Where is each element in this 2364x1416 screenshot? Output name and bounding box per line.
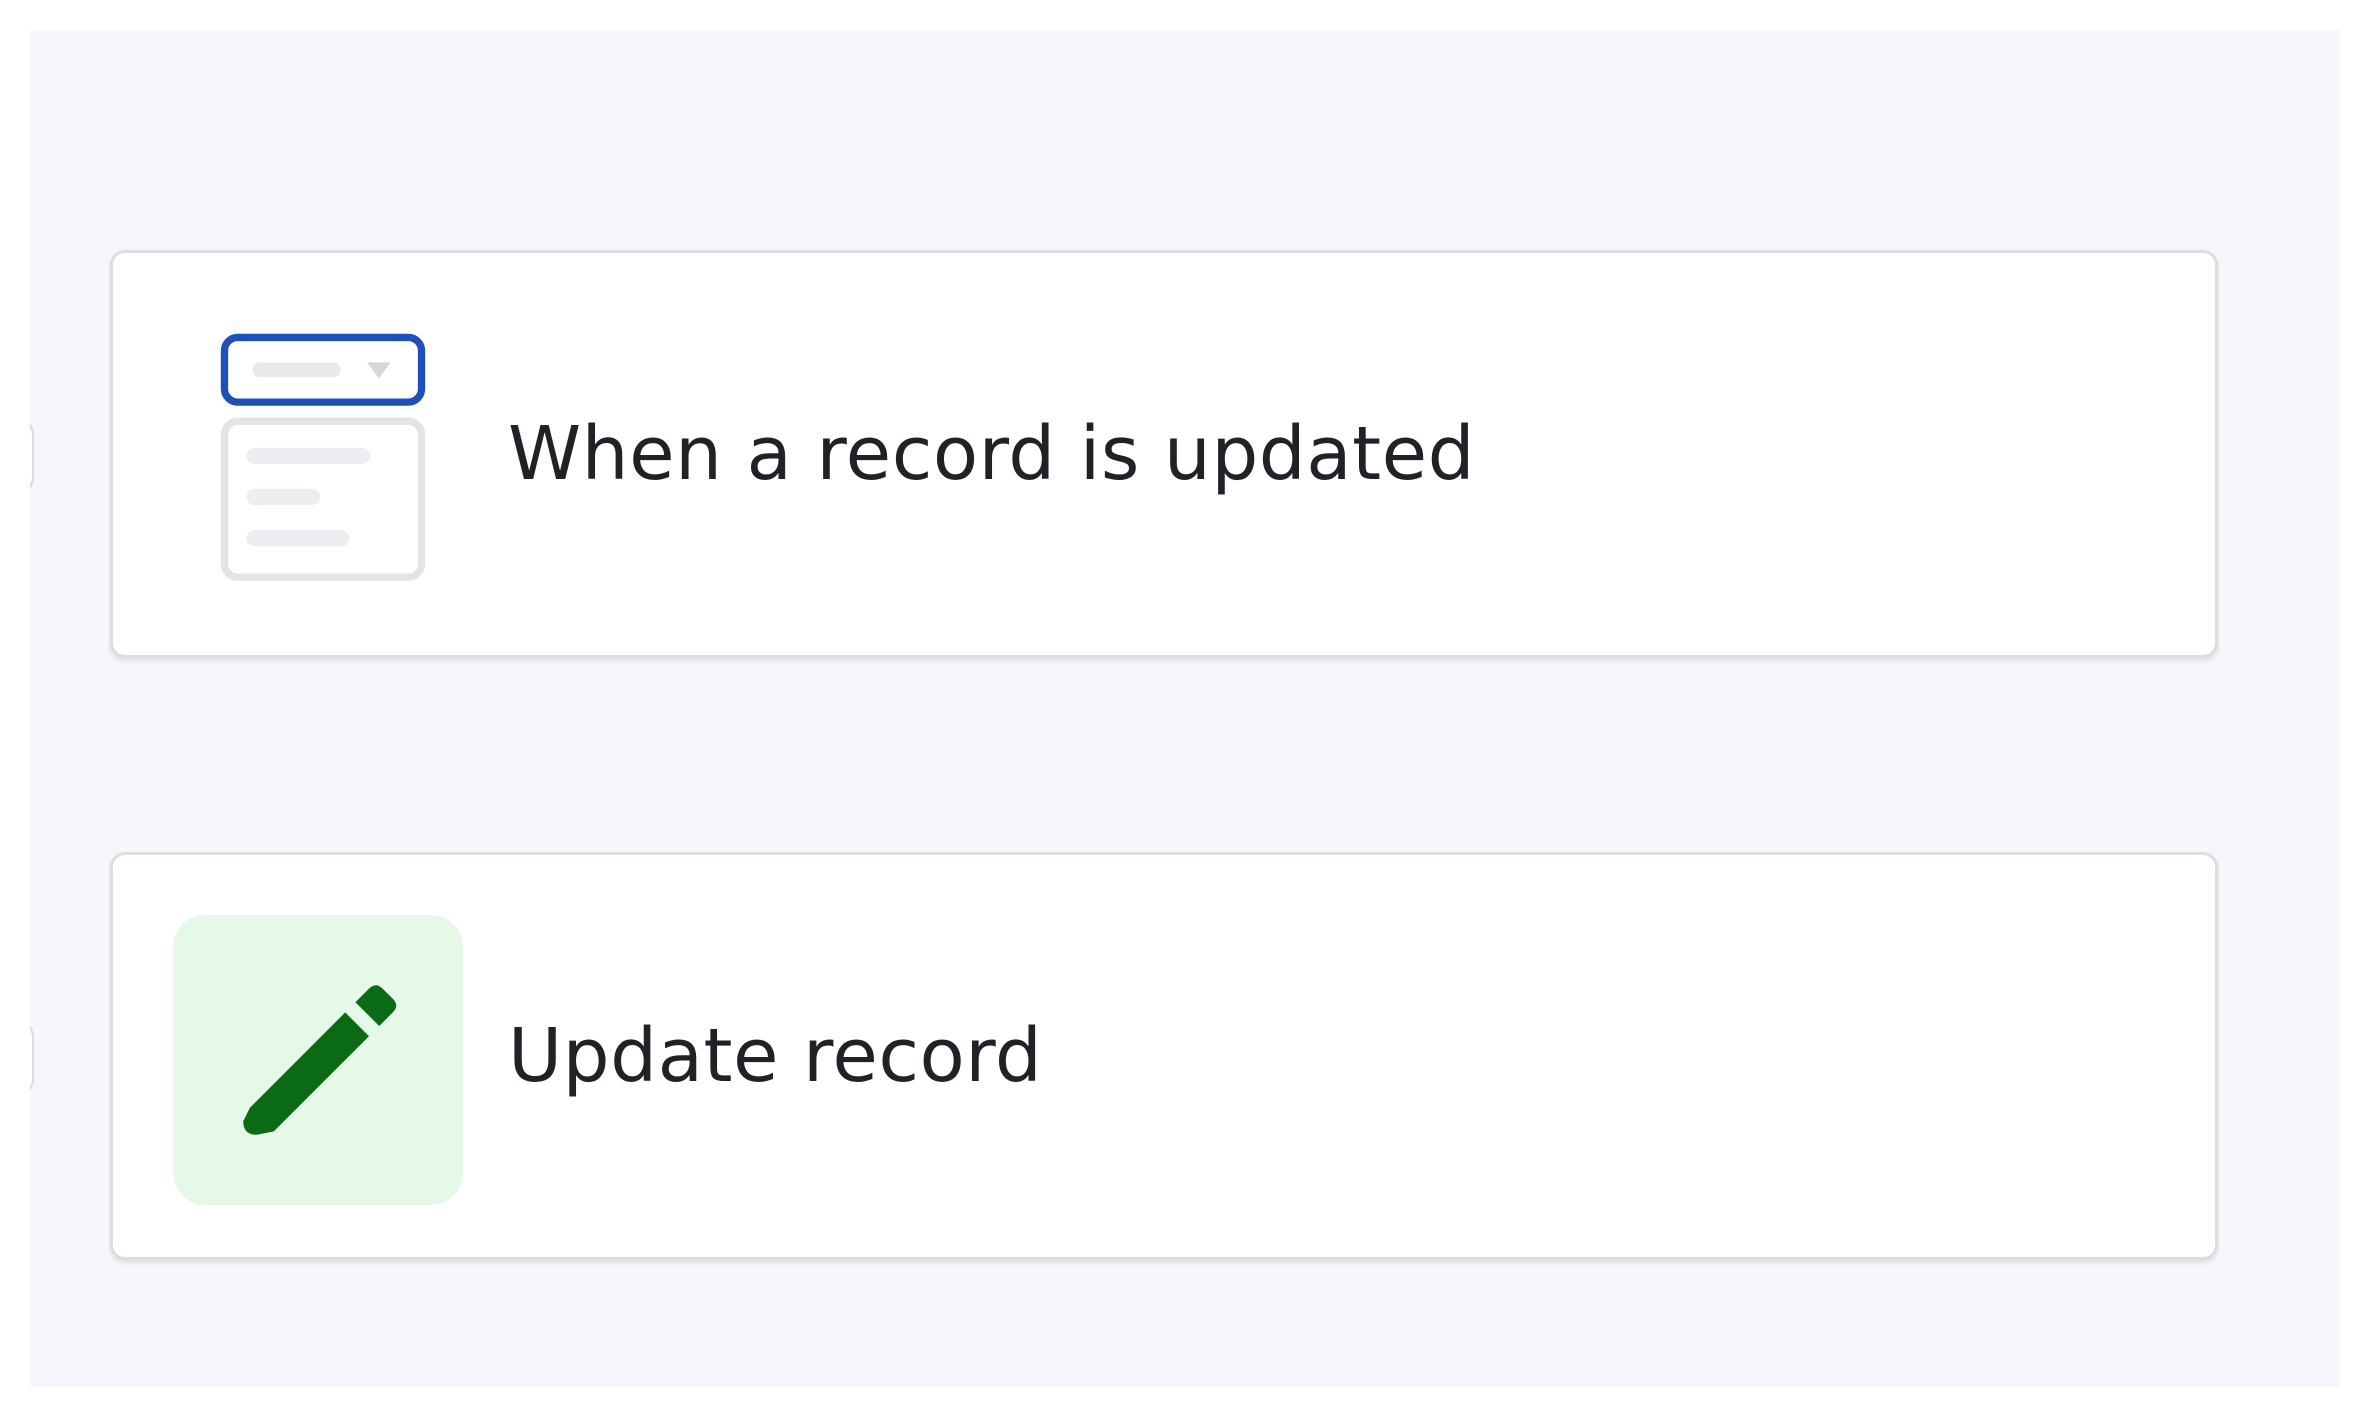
action-step-card[interactable]: Update record	[110, 852, 2218, 1260]
workflow-canvas: When a record is updated Update record	[30, 30, 2340, 1387]
trigger-step-label: When a record is updated	[508, 411, 1476, 497]
trigger-connector-handle[interactable]	[30, 414, 34, 498]
action-step-label: Update record	[508, 1013, 1043, 1099]
action-connector-handle[interactable]	[30, 1016, 34, 1100]
action-icon-tile	[173, 915, 463, 1205]
trigger-step-card[interactable]: When a record is updated	[110, 250, 2218, 658]
pencil-icon	[243, 985, 397, 1135]
form-dropdown-icon	[218, 333, 428, 583]
